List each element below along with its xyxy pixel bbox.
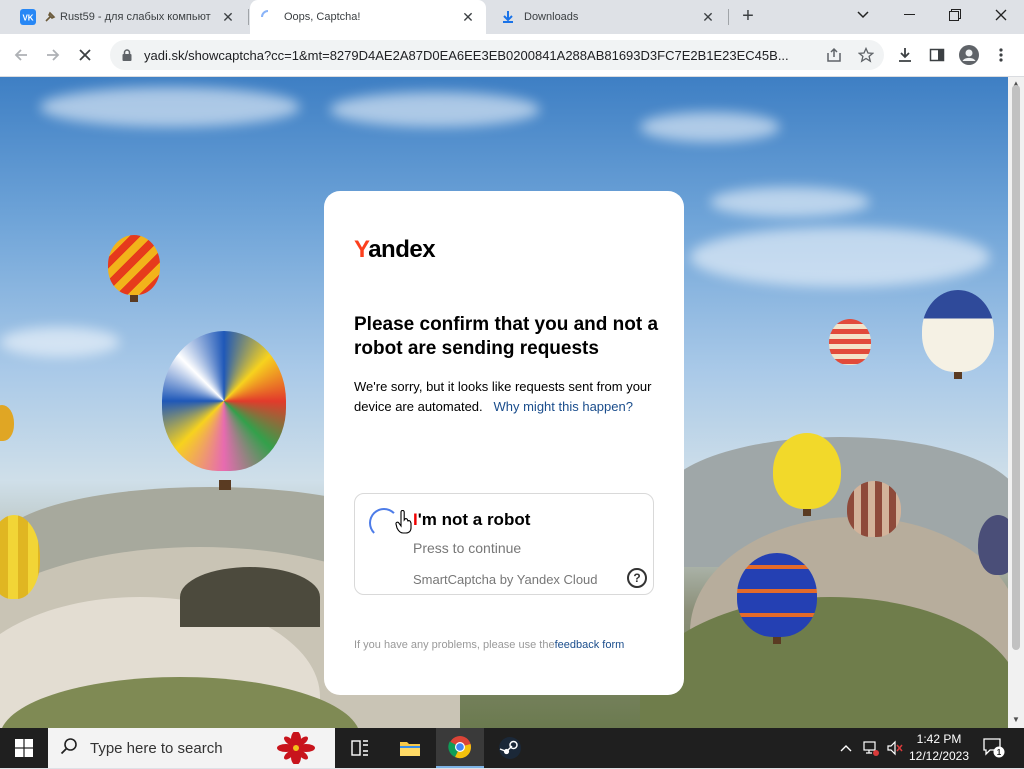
hot-air-balloon [829,319,871,365]
share-icon[interactable] [824,45,844,65]
svg-text:VK: VK [22,14,33,23]
balloon-basket [954,372,962,379]
close-icon[interactable]: ✕ [220,9,236,25]
side-panel-icon[interactable] [922,40,952,70]
address-bar[interactable]: yadi.sk/showcaptcha?cc=1&mt=8279D4AE2A87… [110,40,884,70]
hand-pointer-cursor-icon [395,509,413,534]
close-window-button[interactable] [978,0,1024,30]
notification-count: 1 [997,748,1002,757]
system-clock[interactable]: 1:42 PM 12/12/2023 [908,731,970,765]
url-text: yadi.sk/showcaptcha?cc=1&mt=8279D4AE2A87… [144,47,789,63]
clock-time: 1:42 PM [916,732,962,746]
tray-chevron-up-icon[interactable] [836,728,856,768]
bookmark-star-icon[interactable] [856,45,876,65]
close-icon[interactable]: ✕ [460,9,476,25]
task-view-icon[interactable] [336,728,384,768]
hot-air-balloon [847,481,901,537]
downloads-icon[interactable] [890,40,920,70]
menu-kebab-icon[interactable] [986,40,1016,70]
help-question-icon[interactable]: ? [627,568,647,588]
hot-air-balloon [0,405,14,441]
file-explorer-icon[interactable] [386,728,434,768]
network-icon[interactable] [860,728,882,768]
restore-button[interactable] [932,0,978,30]
checkbox-label: I'm not a robot [413,510,530,530]
notifications-icon[interactable]: 1 [978,728,1010,768]
browser-chrome: VK Rust59 - для слабых компьют ✕ Oops, C… [0,0,1024,77]
smartcaptcha-brand: SmartCaptcha by Yandex Cloud [413,572,598,587]
windows-taskbar: Type here to search 1:42 PM 12/12/2023 1 [0,728,1024,768]
stop-loading-icon[interactable] [70,40,100,70]
page-title: Please confirm that you and not a robot … [354,314,659,359]
captcha-description: We're sorry, but it looks like requests … [354,377,654,417]
cloud [710,187,870,217]
cloud [40,87,300,127]
hot-air-balloon [773,433,841,509]
tab-title: Rust59 - для слабых компьют [60,11,211,23]
tab-title: Downloads [524,11,579,23]
hot-air-balloon [108,235,160,295]
rock-formation [180,567,320,627]
checkbox-label-text: 'm not a robot [417,510,531,529]
feedback-form-link[interactable]: feedback form [555,639,625,651]
poinsettia-icon [270,731,322,769]
minimize-button[interactable] [886,0,932,30]
search-placeholder: Type here to search [90,739,223,757]
close-icon[interactable]: ✕ [700,9,716,25]
balloon-basket [773,637,781,644]
balloon-basket [803,509,811,516]
yandex-logo-initial: Y [354,236,369,263]
tab-divider [728,9,729,25]
scrollbar-thumb[interactable] [1012,85,1020,650]
steam-icon[interactable] [486,728,534,768]
press-to-continue-text: Press to continue [413,540,522,556]
tab-title: Oops, Captcha! [284,11,361,23]
not-robot-checkbox[interactable]: I'm not a robot Press to continue SmartC… [354,493,654,595]
search-icon [60,737,78,760]
scroll-down-arrow-icon[interactable]: ▼ [1012,715,1020,724]
balloon-basket [219,480,231,490]
tab-downloads[interactable]: Downloads ✕ [490,0,726,34]
chrome-icon[interactable] [436,728,484,768]
download-icon [500,9,516,25]
forward-arrow-icon[interactable] [38,40,68,70]
why-link[interactable]: Why might this happen? [493,399,632,414]
tab-rust59[interactable]: VK Rust59 - для слабых компьют ✕ [10,0,246,34]
hot-air-balloon [978,515,1008,575]
cloud [640,112,780,142]
clock-date: 12/12/2023 [908,749,970,763]
back-arrow-icon[interactable] [6,40,36,70]
hammer-icon [44,9,56,25]
windows-start-button[interactable] [0,728,48,768]
captcha-footer: If you have any problems, please use the… [354,639,664,651]
lock-icon[interactable] [120,48,134,62]
vk-icon: VK [20,9,36,25]
tab-captcha[interactable]: Oops, Captcha! ✕ [250,0,486,34]
yandex-logo: Yandex [354,236,436,264]
captcha-card: Yandex Please confirm that you and not a… [324,191,684,695]
tab-divider [248,9,249,25]
loading-spinner-icon [260,9,276,25]
hot-air-balloon [922,290,994,372]
page-scrollbar[interactable]: ▲ ▼ [1008,77,1024,728]
footer-text: If you have any problems, please use the [354,639,555,651]
hot-air-balloon [737,553,817,637]
taskbar-search-box[interactable]: Type here to search [48,728,335,768]
hot-air-balloon [162,331,286,471]
new-tab-button[interactable]: + [737,5,759,27]
volume-muted-icon[interactable] [884,728,906,768]
balloon-basket [130,295,138,302]
profile-avatar-icon[interactable] [954,40,984,70]
browser-toolbar: yadi.sk/showcaptcha?cc=1&mt=8279D4AE2A87… [0,34,1024,77]
cloud [0,327,120,357]
tab-search-chevron-icon[interactable] [840,0,886,30]
yandex-logo-rest: andex [368,236,436,263]
tab-strip: VK Rust59 - для слабых компьют ✕ Oops, C… [0,0,1024,34]
cloud [330,92,540,127]
cloud [690,227,990,287]
